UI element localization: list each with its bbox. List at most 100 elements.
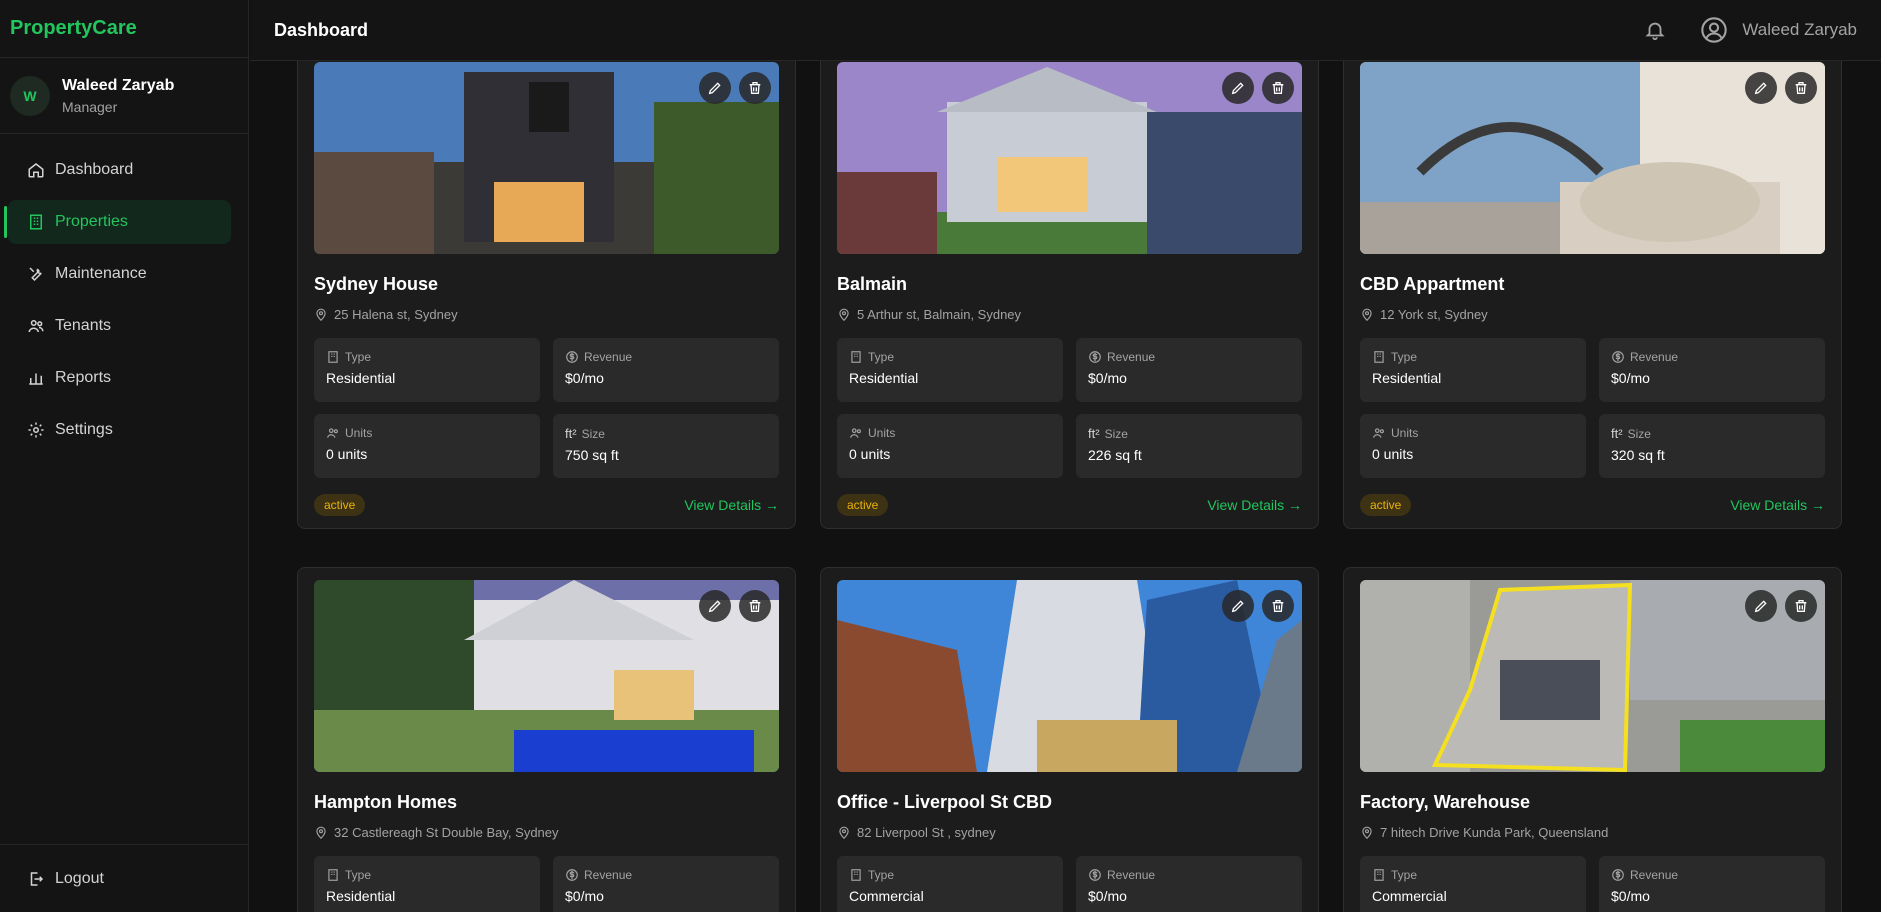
trash-icon <box>749 600 761 612</box>
property-image[interactable] <box>1360 580 1825 772</box>
bar-chart-icon <box>29 373 43 385</box>
property-name: Factory, Warehouse <box>1360 792 1531 812</box>
stat-units: Units 0 units <box>1360 414 1586 478</box>
pencil-icon <box>1231 600 1244 613</box>
stat-label: Type <box>868 868 895 882</box>
dollar-icon <box>1612 351 1624 363</box>
user-profile: W Waleed Zaryab Manager <box>0 58 248 134</box>
stat-value: 750 sq ft <box>565 447 619 463</box>
building-icon <box>851 351 861 363</box>
stat-value: Residential <box>326 888 396 904</box>
property-grid: Sydney House 25 Halena st, Sydney Type Re… <box>250 61 1881 912</box>
stat-value: Residential <box>1372 370 1442 386</box>
stat-units: Units 0 units <box>837 414 1063 478</box>
ft-icon: ft² <box>1088 426 1100 441</box>
delete-button[interactable] <box>1785 590 1817 622</box>
property-name: Hampton Homes <box>314 792 458 812</box>
stat-value: Residential <box>326 370 396 386</box>
sidebar-item-label: Properties <box>55 213 128 230</box>
sidebar-item-dashboard[interactable]: Dashboard <box>8 148 231 192</box>
building-icon <box>851 869 861 881</box>
stat-label: Units <box>868 426 896 440</box>
property-address: 25 Halena st, Sydney <box>334 307 458 322</box>
building-icon <box>328 869 338 881</box>
property-card: Hampton Homes 32 Castlereagh St Double B… <box>297 567 796 912</box>
property-image[interactable] <box>1360 62 1825 254</box>
delete-button[interactable] <box>739 72 771 104</box>
stat-type: Type Residential <box>837 338 1063 402</box>
stat-revenue: Revenue $0/mo <box>1599 338 1825 402</box>
edit-button[interactable] <box>1745 72 1777 104</box>
sidebar-item-maintenance[interactable]: Maintenance <box>8 252 231 296</box>
users-icon <box>1373 428 1384 438</box>
status-badge: active <box>837 494 889 516</box>
stat-label: Size <box>1104 426 1128 441</box>
property-card: CBD Appartment 12 York st, Sydney Type Re… <box>1343 61 1842 529</box>
user-circle-icon[interactable] <box>1700 16 1728 44</box>
pencil-icon <box>1754 82 1767 95</box>
sidebar-item-reports[interactable]: Reports <box>8 356 231 400</box>
sidebar-item-properties[interactable]: Properties <box>4 200 231 244</box>
stat-value: Commercial <box>849 888 924 904</box>
property-name: CBD Appartment <box>1360 274 1505 294</box>
edit-button[interactable] <box>1745 590 1777 622</box>
dollar-icon <box>1612 869 1624 881</box>
topbar: Dashboard Waleed Zaryab <box>250 0 1881 61</box>
sidebar-item-label: Maintenance <box>55 265 147 282</box>
property-image[interactable] <box>837 62 1302 254</box>
user-name: Waleed Zaryab <box>62 76 175 94</box>
delete-button[interactable] <box>1262 72 1294 104</box>
sidebar-item-label: Tenants <box>55 317 112 334</box>
edit-button[interactable] <box>1222 590 1254 622</box>
map-pin-icon <box>1362 826 1372 839</box>
trash-icon <box>1795 600 1807 612</box>
stat-revenue: Revenue $0/mo <box>553 338 779 402</box>
stat-revenue: Revenue $0/mo <box>1076 856 1302 912</box>
brand-logo[interactable]: PropertyCare <box>0 0 248 58</box>
view-details-link[interactable]: View Details → <box>1207 497 1302 513</box>
sidebar-item-tenants[interactable]: Tenants <box>8 304 231 348</box>
property-address: 12 York st, Sydney <box>1380 307 1488 322</box>
stat-label: Revenue <box>1630 350 1679 364</box>
stat-type: Type Commercial <box>837 856 1063 912</box>
stat-value: $0/mo <box>565 888 604 904</box>
edit-button[interactable] <box>699 590 731 622</box>
stat-label: Size <box>581 426 605 441</box>
property-image[interactable] <box>837 580 1302 772</box>
trash-icon <box>1795 82 1807 94</box>
delete-button[interactable] <box>1785 72 1817 104</box>
stat-type: Type Residential <box>1360 338 1586 402</box>
map-pin-icon <box>839 826 849 839</box>
stat-value: Residential <box>849 370 919 386</box>
stat-value: 0 units <box>1372 446 1414 462</box>
bell-icon[interactable] <box>1644 19 1666 41</box>
stat-value: $0/mo <box>1611 370 1650 386</box>
edit-button[interactable] <box>699 72 731 104</box>
stat-value: 0 units <box>326 446 368 462</box>
stat-size: ft² Size 226 sq ft <box>1076 414 1302 478</box>
stat-revenue: Revenue $0/mo <box>1076 338 1302 402</box>
building-icon <box>1374 351 1384 363</box>
map-pin-icon <box>316 826 326 839</box>
sidebar-item-settings[interactable]: Settings <box>8 408 231 452</box>
property-image[interactable] <box>314 62 779 254</box>
stat-label: Type <box>868 350 895 364</box>
status-badge: active <box>314 494 366 516</box>
view-details-link[interactable]: View Details → <box>684 497 779 513</box>
stat-type: Type Commercial <box>1360 856 1586 912</box>
delete-button[interactable] <box>1262 590 1294 622</box>
stat-value: 320 sq ft <box>1611 447 1665 463</box>
ft-icon: ft² <box>1611 426 1623 441</box>
delete-button[interactable] <box>739 590 771 622</box>
stat-size: ft² Size 320 sq ft <box>1599 414 1825 478</box>
view-details-link[interactable]: View Details → <box>1730 497 1825 513</box>
stat-value: $0/mo <box>1611 888 1650 904</box>
topbar-username[interactable]: Waleed Zaryab <box>1742 20 1857 40</box>
edit-button[interactable] <box>1222 72 1254 104</box>
logout-button[interactable]: Logout <box>0 844 249 912</box>
stat-label: Revenue <box>1107 868 1156 882</box>
property-image[interactable] <box>314 580 779 772</box>
stat-label: Revenue <box>584 868 633 882</box>
stat-label: Type <box>345 350 372 364</box>
stat-type: Type Residential <box>314 856 540 912</box>
